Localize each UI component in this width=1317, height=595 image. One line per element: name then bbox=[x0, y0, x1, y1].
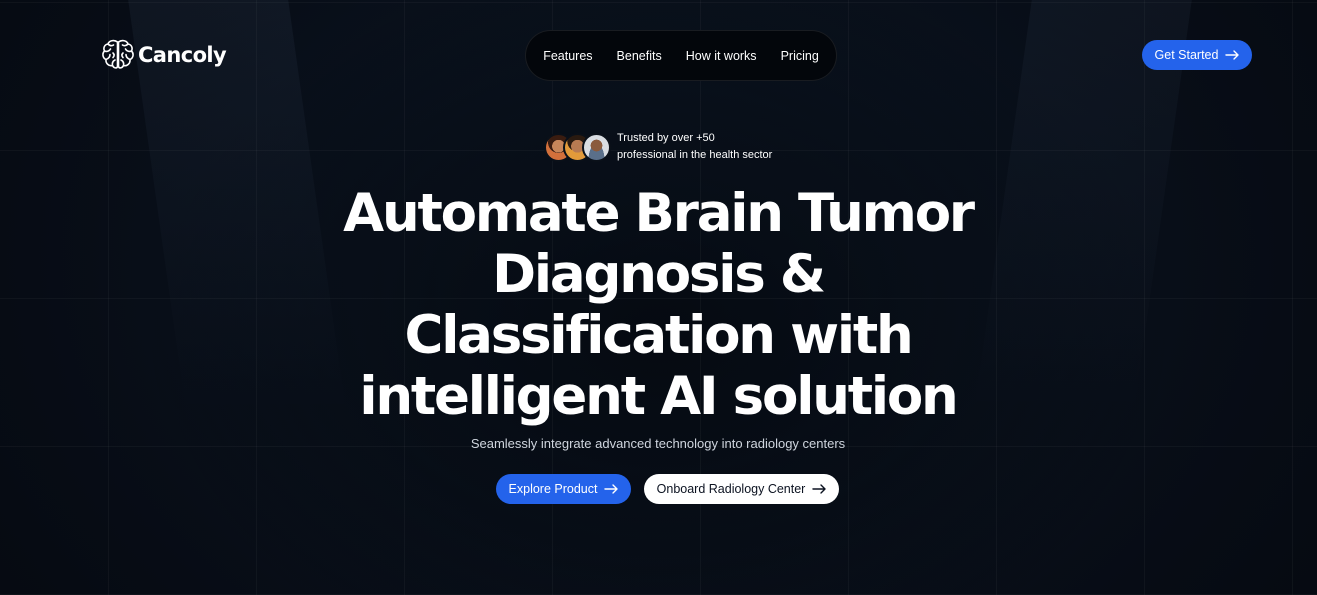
arrow-right-icon bbox=[1225, 50, 1240, 60]
main-nav: Features Benefits How it works Pricing bbox=[525, 30, 837, 81]
get-started-button[interactable]: Get Started bbox=[1142, 40, 1252, 70]
avatar-group bbox=[544, 132, 611, 162]
nav-item-features[interactable]: Features bbox=[543, 49, 592, 63]
brand-logo[interactable]: Cancoly bbox=[101, 38, 227, 71]
brand-name: Cancoly bbox=[138, 42, 227, 67]
trust-text: Trusted by over +50 professional in the … bbox=[617, 130, 772, 164]
arrow-right-icon bbox=[604, 484, 619, 494]
trust-line-1: Trusted by over +50 bbox=[617, 132, 715, 144]
explore-product-button[interactable]: Explore Product bbox=[496, 474, 631, 504]
get-started-label: Get Started bbox=[1154, 48, 1219, 62]
explore-product-label: Explore Product bbox=[508, 482, 598, 496]
trust-line-2: professional in the health sector bbox=[617, 149, 773, 161]
hero-title-line: Classification with bbox=[404, 305, 914, 366]
onboard-radiology-center-label: Onboard Radiology Center bbox=[656, 482, 806, 496]
arrow-right-icon bbox=[812, 484, 827, 494]
hero-title: Automate Brain Tumor Diagnosis & Classif… bbox=[308, 183, 1008, 427]
nav-item-benefits[interactable]: Benefits bbox=[617, 49, 662, 63]
trust-badge: Trusted by over +50 professional in the … bbox=[544, 130, 772, 164]
hero-title-line: Diagnosis & bbox=[492, 244, 826, 305]
onboard-radiology-center-button[interactable]: Onboard Radiology Center bbox=[644, 474, 839, 504]
nav-item-how-it-works[interactable]: How it works bbox=[686, 49, 757, 63]
avatar bbox=[582, 132, 611, 162]
nav-item-pricing[interactable]: Pricing bbox=[781, 49, 819, 63]
brain-icon bbox=[102, 39, 134, 69]
hero-subtitle: Seamlessly integrate advanced technology… bbox=[470, 436, 846, 451]
hero-title-line: intelligent AI solution bbox=[359, 366, 958, 427]
hero-title-line: Automate Brain Tumor bbox=[343, 183, 975, 244]
